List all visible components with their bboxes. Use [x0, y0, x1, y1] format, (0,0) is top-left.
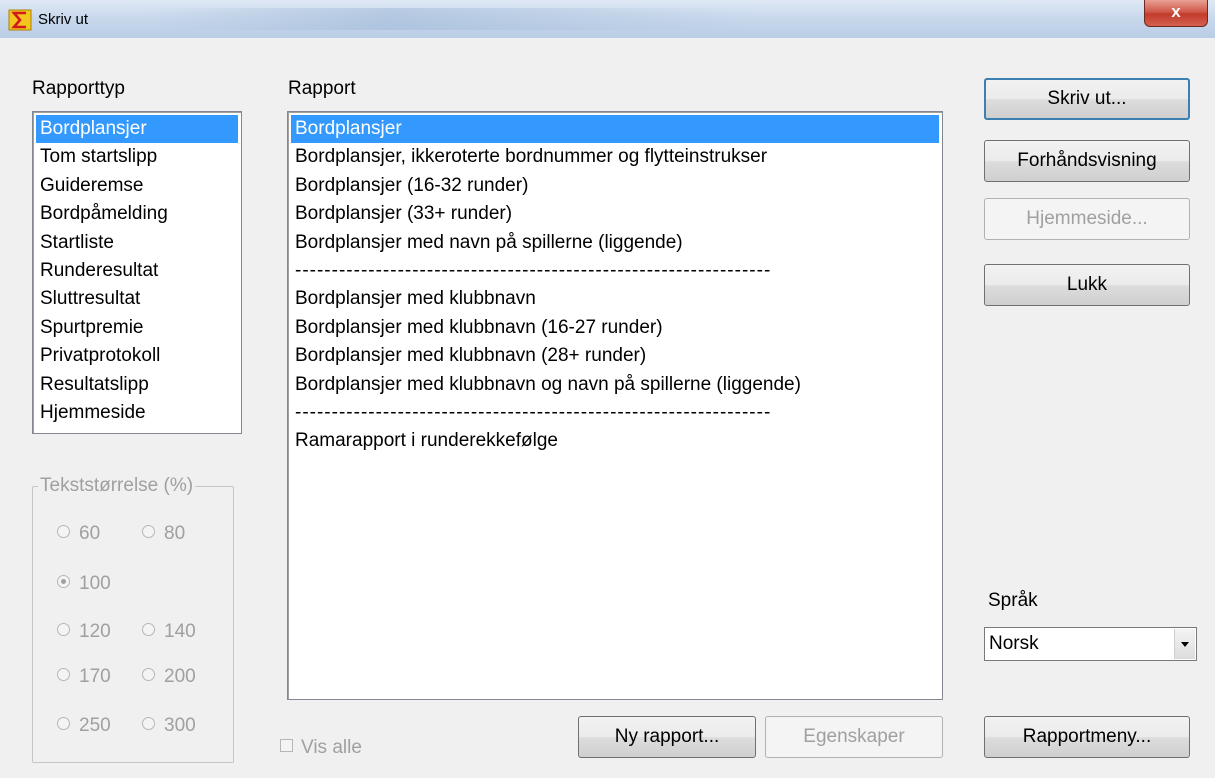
sigma-app-icon: [8, 9, 32, 31]
radio-label: 120: [79, 621, 111, 642]
forhandsvisning-button[interactable]: Forhåndsvisning: [984, 140, 1190, 182]
list-item[interactable]: Bordplansjer med navn på spillerne (ligg…: [291, 229, 939, 257]
list-item[interactable]: Bordplansjer, ikkeroterte bordnummer og …: [291, 143, 939, 171]
rapport-label: Rapport: [288, 78, 356, 99]
rapporttyp-listbox[interactable]: Bordplansjer Tom startslipp Guideremse Bord…: [32, 111, 242, 434]
list-item[interactable]: Startliste: [36, 229, 238, 257]
list-item[interactable]: Bordplansjer med klubbnavn (16-27 runder…: [291, 314, 939, 342]
ny-rapport-button[interactable]: Ny rapport...: [578, 716, 756, 758]
dialog-client-area: Rapporttyp Bordplansjer Tom startslipp Gui…: [8, 38, 1207, 770]
hjemmeside-button[interactable]: Hjemmeside...: [984, 198, 1190, 240]
rapport-listbox[interactable]: Bordplansjer Bordplansjer, ikkeroterte bo…: [287, 111, 943, 700]
skriv-ut-button[interactable]: Skriv ut...: [984, 78, 1190, 120]
radio-label: 250: [79, 715, 111, 736]
list-item[interactable]: Resultatslipp: [36, 371, 238, 399]
tekststorrelse-legend: Tekststørrelse (%): [38, 475, 196, 497]
radio-icon[interactable]: [57, 525, 70, 539]
radio-label: 200: [164, 666, 196, 687]
radio-icon[interactable]: [57, 717, 70, 731]
list-item[interactable]: Bordplansjer (33+ runder): [291, 200, 939, 228]
radio-label: 170: [79, 666, 111, 687]
radio-icon[interactable]: [142, 623, 155, 637]
list-item[interactable]: Bordplansjer med klubbnavn og navn på sp…: [291, 371, 939, 399]
radio-label: 100: [79, 573, 111, 594]
radio-icon[interactable]: [57, 575, 70, 589]
text-size-radio-80[interactable]: 80: [142, 523, 185, 545]
egenskaper-button[interactable]: Egenskaper: [765, 716, 943, 758]
text-size-radio-250[interactable]: 250: [57, 715, 111, 737]
text-size-radio-120[interactable]: 120: [57, 621, 111, 643]
radio-icon[interactable]: [57, 623, 70, 637]
list-item[interactable]: Bordplansjer med klubbnavn (28+ runder): [291, 342, 939, 370]
lukk-button[interactable]: Lukk: [984, 264, 1190, 306]
list-item[interactable]: Tom startslipp: [36, 143, 238, 171]
radio-icon[interactable]: [57, 668, 70, 682]
title-bar-decoration: [150, 8, 750, 30]
radio-label: 80: [164, 523, 186, 544]
text-size-radio-200[interactable]: 200: [142, 666, 196, 688]
radio-label: 140: [164, 621, 196, 642]
list-item[interactable]: Ramarapport i runderekkefølge: [291, 427, 939, 455]
text-size-radio-100[interactable]: 100: [57, 573, 111, 595]
list-item[interactable]: Privatprotokoll: [36, 342, 238, 370]
radio-icon[interactable]: [142, 668, 155, 682]
text-size-radio-170[interactable]: 170: [57, 666, 111, 688]
radio-label: 300: [164, 715, 196, 736]
list-item[interactable]: Bordpåmelding: [36, 200, 238, 228]
title-bar[interactable]: Skriv ut x: [0, 0, 1215, 38]
list-separator: ----------------------------------------…: [295, 260, 772, 281]
list-item[interactable]: Hjemmeside: [36, 399, 238, 427]
list-item[interactable]: Bordplansjer med klubbnavn: [291, 285, 939, 313]
chevron-down-icon[interactable]: [1174, 629, 1195, 659]
vis-alle-label: Vis alle: [301, 737, 362, 758]
list-item[interactable]: Guideremse: [36, 172, 238, 200]
sprak-selected-value: Norsk: [989, 633, 1039, 654]
list-item[interactable]: Bordplansjer: [36, 115, 238, 143]
print-dialog: Skriv ut x Rapporttyp Bordplansjer Tom st…: [0, 0, 1215, 778]
rapportmeny-button[interactable]: Rapportmeny...: [984, 716, 1190, 758]
vis-alle-checkbox[interactable]: Vis alle: [280, 737, 362, 759]
sprak-label: Språk: [988, 590, 1038, 611]
list-item[interactable]: Runderesultat: [36, 257, 238, 285]
checkbox-icon[interactable]: [280, 739, 293, 753]
radio-label: 60: [79, 523, 101, 544]
list-item[interactable]: Sluttresultat: [36, 285, 238, 313]
text-size-radio-140[interactable]: 140: [142, 621, 196, 643]
radio-icon[interactable]: [142, 717, 155, 731]
sprak-dropdown[interactable]: Norsk: [984, 627, 1197, 661]
close-button[interactable]: x: [1144, 0, 1208, 27]
text-size-radio-300[interactable]: 300: [142, 715, 196, 737]
list-item[interactable]: Bordplansjer (16-32 runder): [291, 172, 939, 200]
rapporttyp-label: Rapporttyp: [32, 78, 125, 99]
list-item[interactable]: Spurtpremie: [36, 314, 238, 342]
list-item[interactable]: Bordplansjer: [291, 115, 939, 143]
list-separator: ----------------------------------------…: [295, 402, 772, 423]
radio-icon[interactable]: [142, 525, 155, 539]
text-size-radio-60[interactable]: 60: [57, 523, 100, 545]
window-title: Skriv ut: [38, 11, 89, 28]
